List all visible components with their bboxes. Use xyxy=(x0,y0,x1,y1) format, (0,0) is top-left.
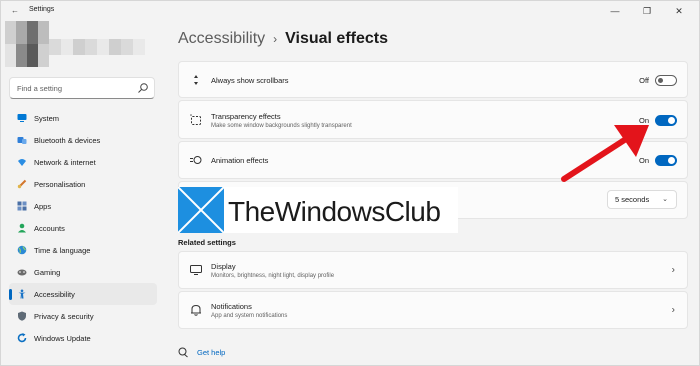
chevron-right-icon: › xyxy=(671,264,675,276)
toggle-state-label: Off xyxy=(639,76,649,85)
related-display[interactable]: Display Monitors, brightness, night ligh… xyxy=(178,251,688,289)
logo-mark-icon xyxy=(178,187,224,233)
monitor-icon xyxy=(17,114,27,122)
close-button[interactable]: ✕ xyxy=(663,2,695,20)
transparency-toggle[interactable] xyxy=(655,115,677,126)
sidebar-item-gaming[interactable]: Gaming xyxy=(9,261,157,283)
sidebar-item-accounts[interactable]: Accounts xyxy=(9,217,157,239)
get-help[interactable]: Get help xyxy=(178,347,225,358)
title-bar: ← Settings — ❐ ✕ xyxy=(1,1,700,21)
sidebar-item-label: Windows Update xyxy=(34,333,91,343)
setting-scrollbars: Always show scrollbars Off xyxy=(178,61,688,98)
apps-icon xyxy=(17,201,27,211)
animation-icon xyxy=(190,156,202,164)
chevron-down-icon: ⌄ xyxy=(662,196,668,203)
profile-name-blurred xyxy=(49,39,145,55)
gamepad-icon xyxy=(17,269,27,276)
setting-title: Always show scrollbars xyxy=(211,76,289,85)
search-box[interactable] xyxy=(9,77,155,99)
animation-toggle[interactable] xyxy=(655,155,677,166)
sidebar-item-label: Gaming xyxy=(34,267,61,277)
brush-icon xyxy=(17,179,27,189)
update-icon xyxy=(17,333,27,343)
search-icon xyxy=(138,83,148,93)
transparency-icon xyxy=(190,113,201,125)
sidebar-item-label: Apps xyxy=(34,201,52,211)
chevron-right-icon: › xyxy=(671,304,675,316)
globe-icon xyxy=(17,245,27,255)
watermark-logo: TheWindowsClub xyxy=(178,187,458,233)
setting-title: Transparency effects xyxy=(211,112,281,121)
search-input[interactable] xyxy=(10,78,130,99)
related-title: Notifications xyxy=(211,302,252,311)
sidebar-item-apps[interactable]: Apps xyxy=(9,195,157,217)
accessibility-icon xyxy=(18,289,26,299)
wifi-icon xyxy=(18,159,26,166)
setting-description: Make some window backgrounds slightly tr… xyxy=(211,123,352,129)
get-help-link[interactable]: Get help xyxy=(197,348,225,357)
scrollbars-toggle[interactable] xyxy=(655,75,677,86)
sidebar-item-bluetooth-devices[interactable]: Bluetooth & devices xyxy=(9,129,157,151)
avatar xyxy=(5,21,49,67)
watermark-text: TheWindowsClub xyxy=(228,196,441,227)
help-icon xyxy=(178,347,188,358)
sidebar-item-label: System xyxy=(34,113,60,123)
bell-icon xyxy=(191,304,201,316)
breadcrumb-parent[interactable]: Accessibility xyxy=(178,30,265,48)
maximize-button[interactable]: ❐ xyxy=(631,2,663,20)
related-settings-heading: Related settings xyxy=(178,238,236,247)
scrollbar-icon xyxy=(194,74,198,85)
sidebar-item-personalisation[interactable]: Personalisation xyxy=(9,173,157,195)
sidebar-item-label: Time & language xyxy=(34,245,91,255)
sidebar-nav: System Bluetooth & devices Network & int… xyxy=(9,107,157,349)
breadcrumb: Accessibility › Visual effects xyxy=(178,30,388,48)
notification-timeout-dropdown[interactable]: 5 seconds ⌄ xyxy=(607,190,677,209)
window-controls: — ❐ ✕ xyxy=(599,2,695,20)
sidebar-item-windows-update[interactable]: Windows Update xyxy=(9,327,157,349)
dropdown-value: 5 seconds xyxy=(615,195,650,204)
sidebar-item-privacy-security[interactable]: Privacy & security xyxy=(9,305,157,327)
sidebar-item-time-language[interactable]: Time & language xyxy=(9,239,157,261)
related-description: App and system notifications xyxy=(211,313,288,319)
shield-icon xyxy=(18,311,26,321)
sidebar-item-accessibility[interactable]: Accessibility xyxy=(9,283,157,305)
related-title: Display xyxy=(211,262,236,271)
account-icon xyxy=(18,223,26,233)
setting-title: Animation effects xyxy=(211,156,269,165)
sidebar-item-label: Personalisation xyxy=(34,179,86,189)
breadcrumb-separator: › xyxy=(273,32,278,46)
user-profile[interactable] xyxy=(5,21,145,71)
minimize-button[interactable]: — xyxy=(599,2,631,20)
sidebar-item-label: Accessibility xyxy=(34,289,75,299)
sidebar-item-label: Accounts xyxy=(34,223,65,233)
back-arrow-icon[interactable]: ← xyxy=(11,6,19,15)
annotation-arrow xyxy=(561,125,649,182)
settings-window: ← Settings — ❐ ✕ System Bluetooth & devi… xyxy=(0,0,700,366)
related-description: Monitors, brightness, night light, displ… xyxy=(211,273,335,279)
related-notifications[interactable]: Notifications App and system notificatio… xyxy=(178,291,688,329)
sidebar-item-system[interactable]: System xyxy=(9,107,157,129)
sidebar-item-label: Network & internet xyxy=(34,157,96,167)
bluetooth-icon xyxy=(17,137,27,144)
display-icon xyxy=(190,265,202,275)
page-title: Visual effects xyxy=(285,30,389,47)
sidebar-item-label: Privacy & security xyxy=(34,311,94,321)
app-title: Settings xyxy=(29,6,55,13)
sidebar-item-label: Bluetooth & devices xyxy=(34,135,101,145)
sidebar-item-network[interactable]: Network & internet xyxy=(9,151,157,173)
